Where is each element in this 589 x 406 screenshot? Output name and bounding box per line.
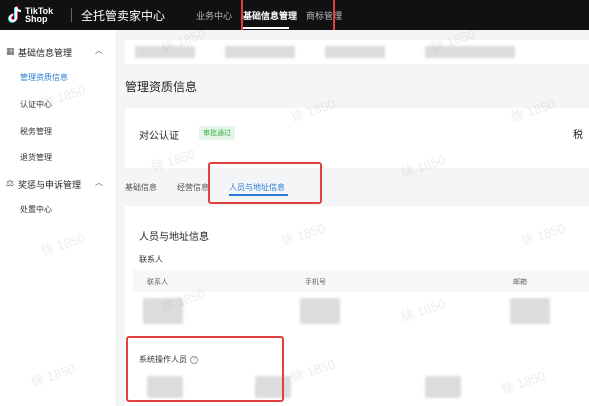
grid-icon: ▦ — [6, 46, 15, 56]
blurred-info-bar — [125, 40, 589, 64]
highlight-box-tab — [208, 162, 322, 204]
nav-business-center[interactable]: 业务中心 — [196, 9, 232, 22]
blurred-content — [425, 376, 461, 398]
blurred-content — [225, 46, 295, 58]
blurred-content — [135, 46, 195, 58]
sidebar-item-tax[interactable]: 税务管理 — [20, 126, 52, 137]
section-title: 人员与地址信息 — [139, 232, 209, 243]
blurred-content — [143, 298, 183, 324]
sidebar-item-disposal-center[interactable]: 处置中心 — [20, 204, 52, 215]
sidebar-group-label: 奖惩与申诉管理 — [18, 180, 82, 190]
tiktok-note-icon — [8, 6, 22, 23]
tab-business-info[interactable]: 经营信息 — [177, 182, 209, 193]
blurred-content — [425, 46, 515, 58]
blurred-content — [510, 298, 550, 324]
tab-basic-info[interactable]: 基础信息 — [125, 182, 157, 193]
sidebar-group-appeals[interactable]: ⚖ 奖惩与申诉管理 ︿ — [0, 176, 117, 192]
blurred-content — [325, 46, 385, 58]
scale-icon: ⚖ — [6, 178, 15, 188]
auth-label: 对公认证 — [139, 131, 179, 142]
column-header-email: 邮箱 — [513, 279, 527, 286]
blurred-content — [300, 298, 340, 324]
page-title: 管理资质信息 — [125, 80, 198, 94]
contacts-label: 联系人 — [139, 255, 163, 264]
column-header-phone: 手机号 — [305, 279, 326, 286]
auth-right-label: 税 — [573, 130, 583, 141]
sidebar-group-basic-info[interactable]: ▦ 基础信息管理 ︿ — [0, 44, 117, 60]
highlight-box-operators — [126, 336, 284, 402]
logo-divider — [71, 8, 72, 22]
status-badge: 审批通过 — [199, 126, 235, 140]
chevron-up-icon: ︿ — [95, 46, 103, 55]
chevron-up-icon: ︿ — [95, 178, 103, 187]
contacts-table-header: 联系人 手机号 邮箱 — [133, 270, 589, 292]
sidebar-item-qualification[interactable]: 管理资质信息 — [20, 72, 68, 83]
sidebar-group-label: 基础信息管理 — [18, 48, 73, 58]
sidebar: ▦ 基础信息管理 ︿ 管理资质信息 认证中心 税务管理 退货管理 ⚖ 奖惩与申诉… — [0, 30, 117, 406]
column-header-contact: 联系人 — [147, 279, 168, 286]
tiktok-shop-logo[interactable]: TikTok Shop — [8, 5, 66, 25]
logo-text: TikTok Shop — [25, 6, 54, 24]
app-title: 全托管卖家中心 — [81, 9, 166, 23]
sidebar-item-returns[interactable]: 退货管理 — [20, 152, 52, 163]
sidebar-item-certification[interactable]: 认证中心 — [20, 99, 52, 110]
auth-card: 对公认证 审批通过 税 — [125, 108, 589, 168]
